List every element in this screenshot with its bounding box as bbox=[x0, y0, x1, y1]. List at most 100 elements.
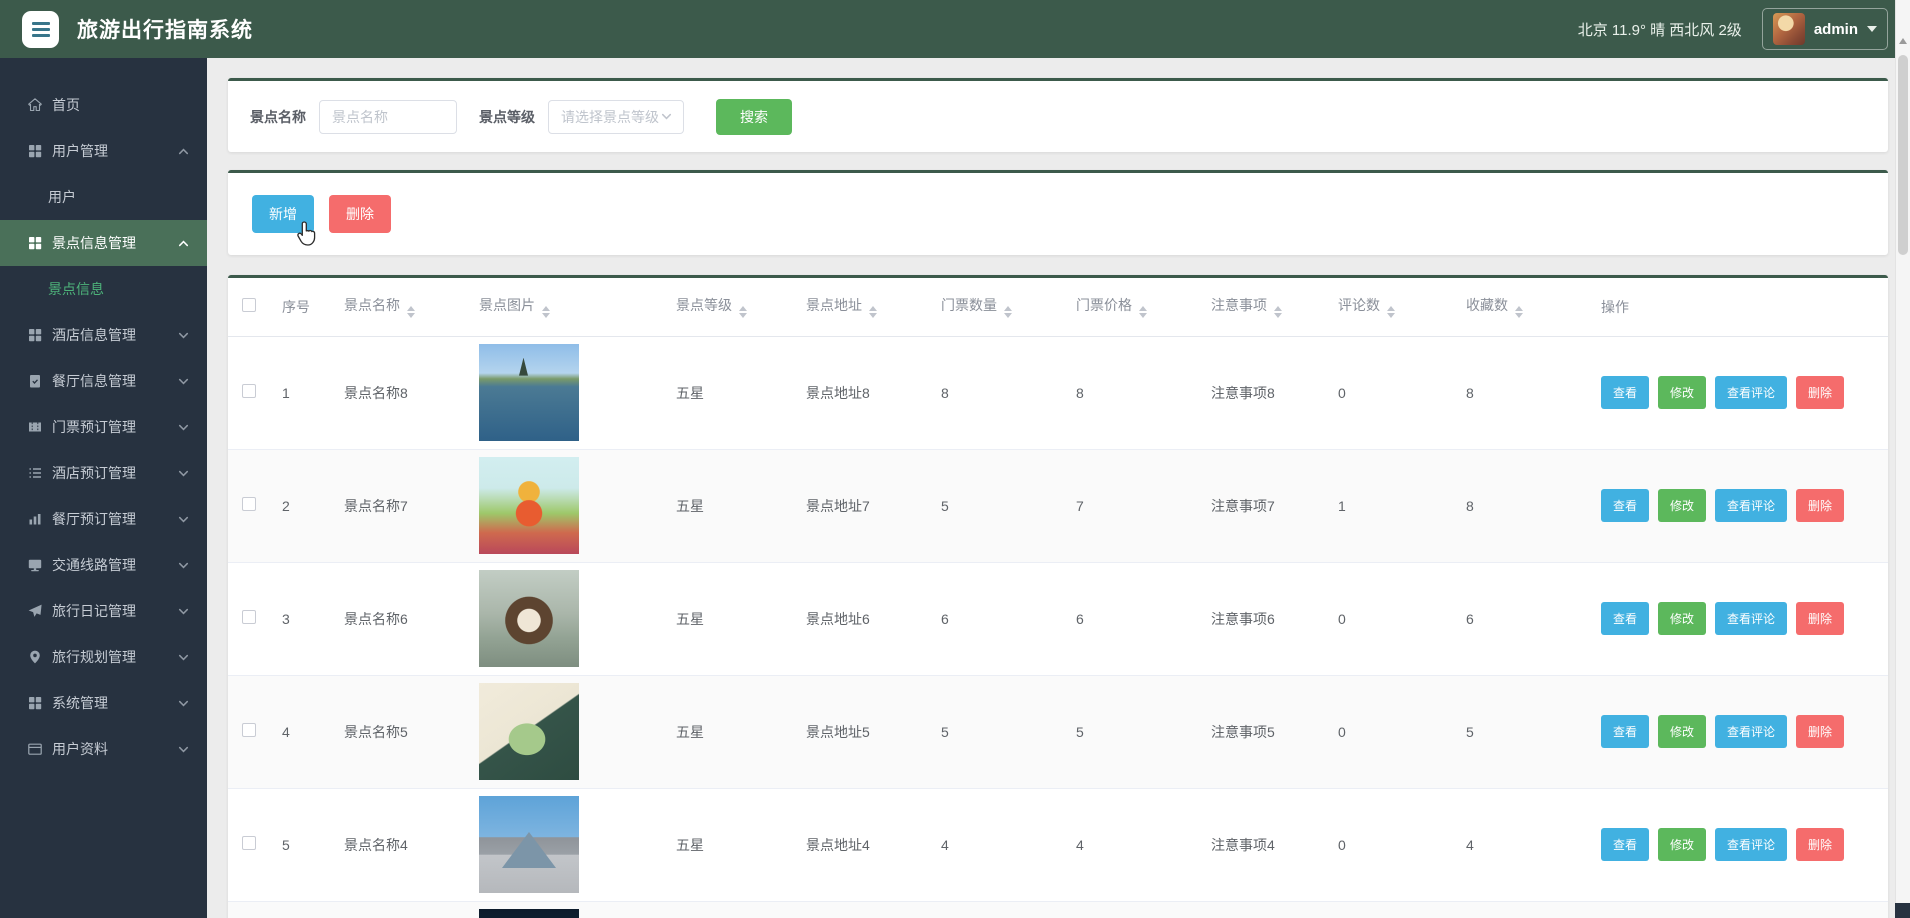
view-comments-button[interactable]: 查看评论 bbox=[1715, 828, 1787, 861]
column-header[interactable]: 注意事项 bbox=[1199, 278, 1326, 336]
app-title: 旅游出行指南系统 bbox=[77, 14, 253, 44]
sort-carets-icon[interactable] bbox=[542, 306, 550, 318]
sort-asc-icon[interactable] bbox=[1139, 306, 1147, 311]
sort-carets-icon[interactable] bbox=[407, 306, 415, 318]
sort-asc-icon[interactable] bbox=[407, 306, 415, 311]
view-comments-button[interactable]: 查看评论 bbox=[1715, 715, 1787, 748]
column-header[interactable]: 门票价格 bbox=[1064, 278, 1199, 336]
hamburger-menu-icon[interactable] bbox=[22, 11, 59, 48]
edit-button[interactable]: 修改 bbox=[1658, 828, 1706, 861]
sidebar-item[interactable]: 用户管理 bbox=[0, 128, 207, 174]
delete-button[interactable]: 删除 bbox=[329, 195, 391, 233]
sidebar-item[interactable]: 首页 bbox=[0, 82, 207, 128]
chart-icon bbox=[27, 511, 43, 527]
sidebar-item[interactable]: 旅行规划管理 bbox=[0, 634, 207, 680]
grid-icon bbox=[27, 235, 43, 251]
sort-asc-icon[interactable] bbox=[1387, 306, 1395, 311]
view-button[interactable]: 查看 bbox=[1601, 602, 1649, 635]
row-checkbox[interactable] bbox=[242, 497, 256, 511]
sort-desc-icon[interactable] bbox=[1387, 313, 1395, 318]
sort-carets-icon[interactable] bbox=[1004, 306, 1012, 318]
sort-carets-icon[interactable] bbox=[739, 306, 747, 318]
row-checkbox[interactable] bbox=[242, 384, 256, 398]
sort-carets-icon[interactable] bbox=[1515, 306, 1523, 318]
sort-desc-icon[interactable] bbox=[739, 313, 747, 318]
sidebar-subitem[interactable]: 景点信息 bbox=[0, 266, 207, 312]
column-header[interactable]: 景点地址 bbox=[794, 278, 929, 336]
pin-icon bbox=[27, 649, 43, 665]
view-comments-button[interactable]: 查看评论 bbox=[1715, 489, 1787, 522]
edit-button[interactable]: 修改 bbox=[1658, 715, 1706, 748]
sidebar-item[interactable]: 系统管理 bbox=[0, 680, 207, 726]
delete-row-button[interactable]: 删除 bbox=[1796, 602, 1844, 635]
sidebar-item[interactable]: 酒店预订管理 bbox=[0, 450, 207, 496]
scrollbar-up-arrow-icon[interactable] bbox=[1899, 38, 1907, 44]
sort-asc-icon[interactable] bbox=[1274, 306, 1282, 311]
row-checkbox[interactable] bbox=[242, 723, 256, 737]
table-cell: 注意事项5 bbox=[1199, 675, 1326, 788]
user-menu[interactable]: admin bbox=[1762, 8, 1888, 50]
edit-button[interactable]: 修改 bbox=[1658, 376, 1706, 409]
sidebar-item[interactable]: 交通线路管理 bbox=[0, 542, 207, 588]
sidebar-item[interactable]: 餐厅预订管理 bbox=[0, 496, 207, 542]
edit-button[interactable]: 修改 bbox=[1658, 602, 1706, 635]
sort-carets-icon[interactable] bbox=[869, 306, 877, 318]
sort-asc-icon[interactable] bbox=[869, 306, 877, 311]
select-all-checkbox[interactable] bbox=[242, 298, 256, 312]
view-button[interactable]: 查看 bbox=[1601, 715, 1649, 748]
attraction-note: 注意事项8 bbox=[1211, 385, 1275, 401]
sort-desc-icon[interactable] bbox=[1274, 313, 1282, 318]
ticket-quantity: 8 bbox=[941, 385, 949, 401]
scrollbar-thumb[interactable] bbox=[1898, 55, 1908, 255]
add-button[interactable]: 新增 bbox=[252, 195, 314, 233]
delete-row-button[interactable]: 删除 bbox=[1796, 376, 1844, 409]
delete-row-button[interactable]: 删除 bbox=[1796, 828, 1844, 861]
sort-desc-icon[interactable] bbox=[542, 313, 550, 318]
row-checkbox[interactable] bbox=[242, 836, 256, 850]
sidebar-item[interactable]: 酒店信息管理 bbox=[0, 312, 207, 358]
column-header[interactable]: 收藏数 bbox=[1454, 278, 1589, 336]
sidebar-item[interactable]: 餐厅信息管理 bbox=[0, 358, 207, 404]
delete-row-button[interactable]: 删除 bbox=[1796, 489, 1844, 522]
table-cell: 景点地址4 bbox=[794, 788, 929, 901]
sort-desc-icon[interactable] bbox=[1515, 313, 1523, 318]
sidebar-item[interactable]: 用户资料 bbox=[0, 726, 207, 772]
attraction-photo bbox=[479, 796, 579, 893]
sort-desc-icon[interactable] bbox=[1139, 313, 1147, 318]
search-button[interactable]: 搜索 bbox=[716, 99, 792, 135]
delete-row-button[interactable]: 删除 bbox=[1796, 715, 1844, 748]
column-header[interactable]: 评论数 bbox=[1326, 278, 1454, 336]
view-button[interactable]: 查看 bbox=[1601, 489, 1649, 522]
column-header[interactable]: 门票数量 bbox=[929, 278, 1064, 336]
column-header[interactable]: 景点名称 bbox=[332, 278, 467, 336]
vertical-scrollbar[interactable] bbox=[1895, 0, 1910, 918]
column-header[interactable]: 景点等级 bbox=[664, 278, 794, 336]
sidebar-item[interactable]: 景点信息管理 bbox=[0, 220, 207, 266]
sidebar-subitem[interactable]: 用户 bbox=[0, 174, 207, 220]
sort-asc-icon[interactable] bbox=[1515, 306, 1523, 311]
attraction-level: 五星 bbox=[676, 611, 704, 627]
sort-desc-icon[interactable] bbox=[1004, 313, 1012, 318]
sort-asc-icon[interactable] bbox=[542, 306, 550, 311]
sidebar-item[interactable]: 旅行日记管理 bbox=[0, 588, 207, 634]
sort-asc-icon[interactable] bbox=[739, 306, 747, 311]
sort-carets-icon[interactable] bbox=[1139, 306, 1147, 318]
row-checkbox[interactable] bbox=[242, 610, 256, 624]
edit-button[interactable]: 修改 bbox=[1658, 489, 1706, 522]
attraction-note: 注意事项4 bbox=[1211, 837, 1275, 853]
sort-desc-icon[interactable] bbox=[869, 313, 877, 318]
view-button[interactable]: 查看 bbox=[1601, 376, 1649, 409]
attraction-name-input[interactable] bbox=[319, 100, 457, 134]
column-header[interactable]: 景点图片 bbox=[467, 278, 664, 336]
table-cell: 注意事项7 bbox=[1199, 449, 1326, 562]
sidebar-item[interactable]: 门票预订管理 bbox=[0, 404, 207, 450]
view-button[interactable]: 查看 bbox=[1601, 828, 1649, 861]
ticket-quantity: 5 bbox=[941, 724, 949, 740]
view-comments-button[interactable]: 查看评论 bbox=[1715, 376, 1787, 409]
sort-carets-icon[interactable] bbox=[1387, 306, 1395, 318]
view-comments-button[interactable]: 查看评论 bbox=[1715, 602, 1787, 635]
level-select[interactable]: 请选择景点等级 bbox=[548, 100, 684, 134]
sort-carets-icon[interactable] bbox=[1274, 306, 1282, 318]
sort-asc-icon[interactable] bbox=[1004, 306, 1012, 311]
sort-desc-icon[interactable] bbox=[407, 313, 415, 318]
